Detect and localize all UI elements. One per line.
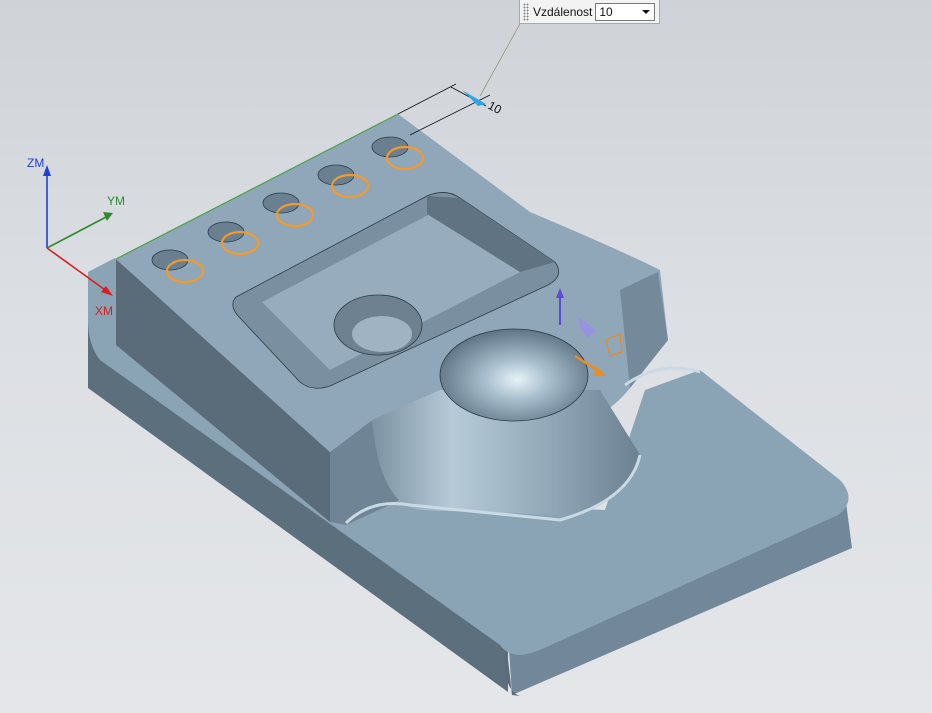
distance-dimension — [397, 21, 522, 136]
dropdown-button[interactable] — [638, 4, 654, 20]
distance-label: Vzdálenost — [533, 4, 593, 19]
bowl — [439, 328, 589, 422]
drag-grip-icon[interactable] — [523, 2, 529, 21]
bore-floor — [352, 316, 412, 352]
dimension-value: 10 — [486, 98, 505, 117]
distance-input[interactable] — [596, 3, 642, 20]
leader-line — [479, 21, 522, 97]
chevron-down-icon — [642, 9, 651, 14]
part-model: 10 ZM YM XM — [27, 21, 852, 696]
graphics-viewport[interactable]: 10 ZM YM XM Vzdálenost — [0, 0, 932, 713]
triad-x-label: XM — [95, 304, 113, 318]
distance-combobox[interactable] — [595, 2, 656, 21]
triad-y-label: YM — [107, 194, 125, 208]
triad-z-label: ZM — [27, 156, 44, 170]
distance-input-widget: Vzdálenost — [519, 0, 660, 24]
